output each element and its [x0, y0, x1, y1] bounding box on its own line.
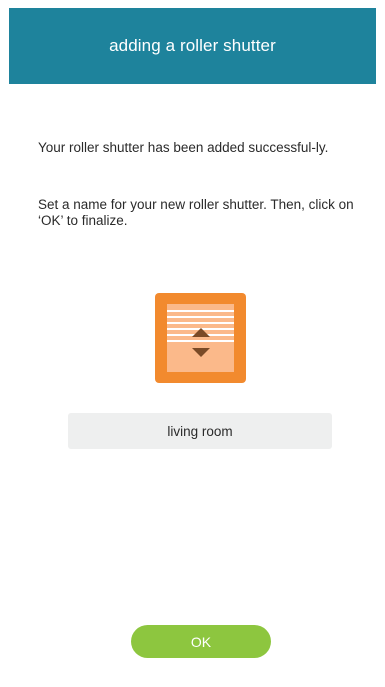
- header-bar: adding a roller shutter: [9, 8, 376, 84]
- page-title: adding a roller shutter: [109, 36, 276, 55]
- add-roller-shutter-screen: adding a roller shutter Your roller shut…: [0, 0, 385, 687]
- arrow-down-icon: [192, 348, 210, 357]
- ok-button[interactable]: OK: [131, 625, 271, 658]
- roller-shutter-icon: [155, 293, 246, 383]
- shutter-name-field[interactable]: [68, 413, 332, 449]
- success-message: Your roller shutter has been added succe…: [38, 140, 329, 155]
- shutter-window: [167, 304, 234, 372]
- instruction-text: Set a name for your new roller shutter. …: [38, 197, 354, 228]
- shutter-slat: [167, 322, 234, 324]
- shutter-slat: [167, 340, 234, 342]
- shutter-slat: [167, 310, 234, 312]
- shutter-slat: [167, 316, 234, 318]
- arrow-up-icon: [192, 328, 210, 337]
